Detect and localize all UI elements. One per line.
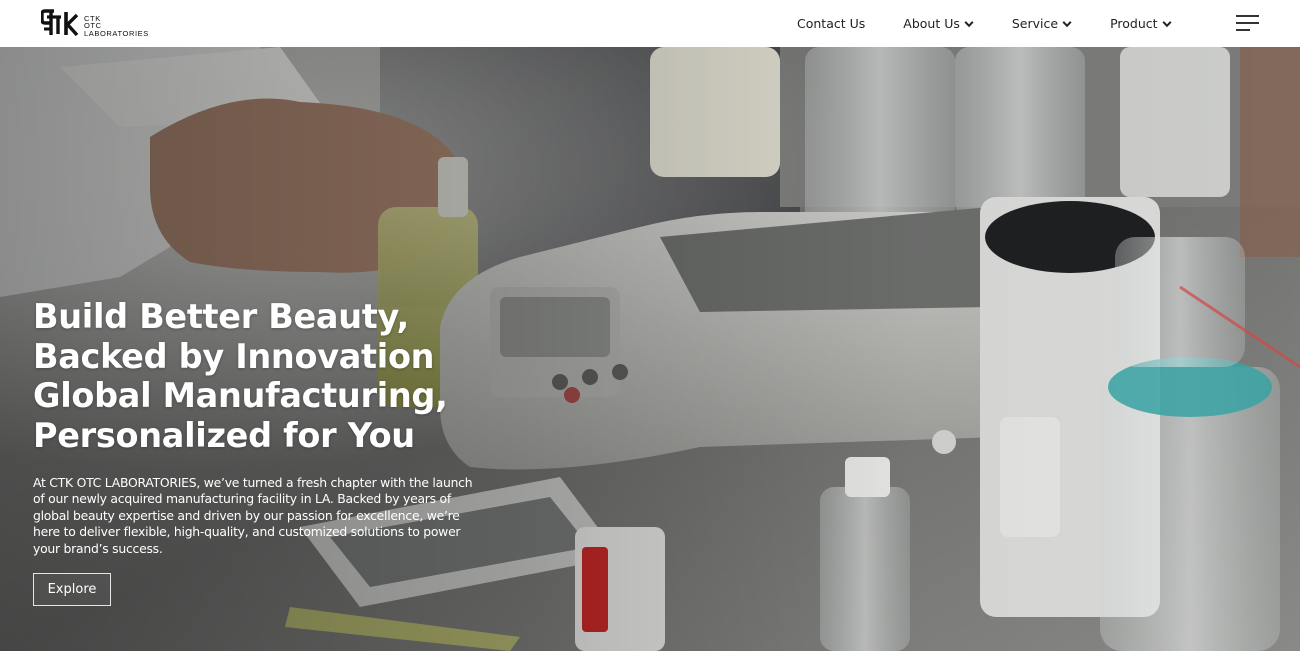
nav-about-us-label: About Us <box>903 16 960 31</box>
hero-title-line-1: Build Better Beauty, <box>33 297 409 336</box>
hero-title-line-2: Backed by Innovation <box>33 336 435 376</box>
nav-about-us[interactable]: About Us <box>903 16 974 31</box>
nav-product[interactable]: Product <box>1110 16 1172 31</box>
explore-button[interactable]: Explore <box>33 573 111 606</box>
hero-title-line-4: Personalized for You <box>33 415 415 455</box>
brand-logo[interactable]: CTK OTC LABORATORIES <box>41 9 156 39</box>
hero-title-line-3: Global Manufacturing, <box>33 376 448 416</box>
nav-service[interactable]: Service <box>1012 16 1072 31</box>
hero-description: At CTK OTC LABORATORIES, we’ve turned a … <box>33 475 473 556</box>
explore-button-label: Explore <box>47 582 97 597</box>
ctk-logo-mark-icon <box>41 9 79 37</box>
hero-title: Build Better Beauty, Backed by Innovatio… <box>33 297 593 455</box>
menu-line <box>1236 15 1259 17</box>
menu-line <box>1236 29 1250 31</box>
nav-contact-us[interactable]: Contact Us <box>797 16 865 31</box>
chevron-down-icon <box>964 20 974 27</box>
nav-product-label: Product <box>1110 16 1158 31</box>
nav-service-label: Service <box>1011 16 1059 31</box>
logo-wordmark: CTK OTC LABORATORIES <box>84 15 149 38</box>
chevron-down-icon <box>1062 20 1072 27</box>
logo-line-3: LABORATORIES <box>84 28 149 38</box>
hamburger-menu-icon[interactable] <box>1236 14 1259 32</box>
hero-section: Build Better Beauty, Backed by Innovatio… <box>0 47 1300 651</box>
main-nav: Contact Us About Us Service Product <box>797 0 1172 47</box>
site-header: CTK OTC LABORATORIES Contact Us About Us… <box>0 0 1300 47</box>
chevron-down-icon <box>1162 20 1172 27</box>
nav-contact-us-label: Contact Us <box>797 16 866 31</box>
menu-line <box>1236 22 1259 24</box>
